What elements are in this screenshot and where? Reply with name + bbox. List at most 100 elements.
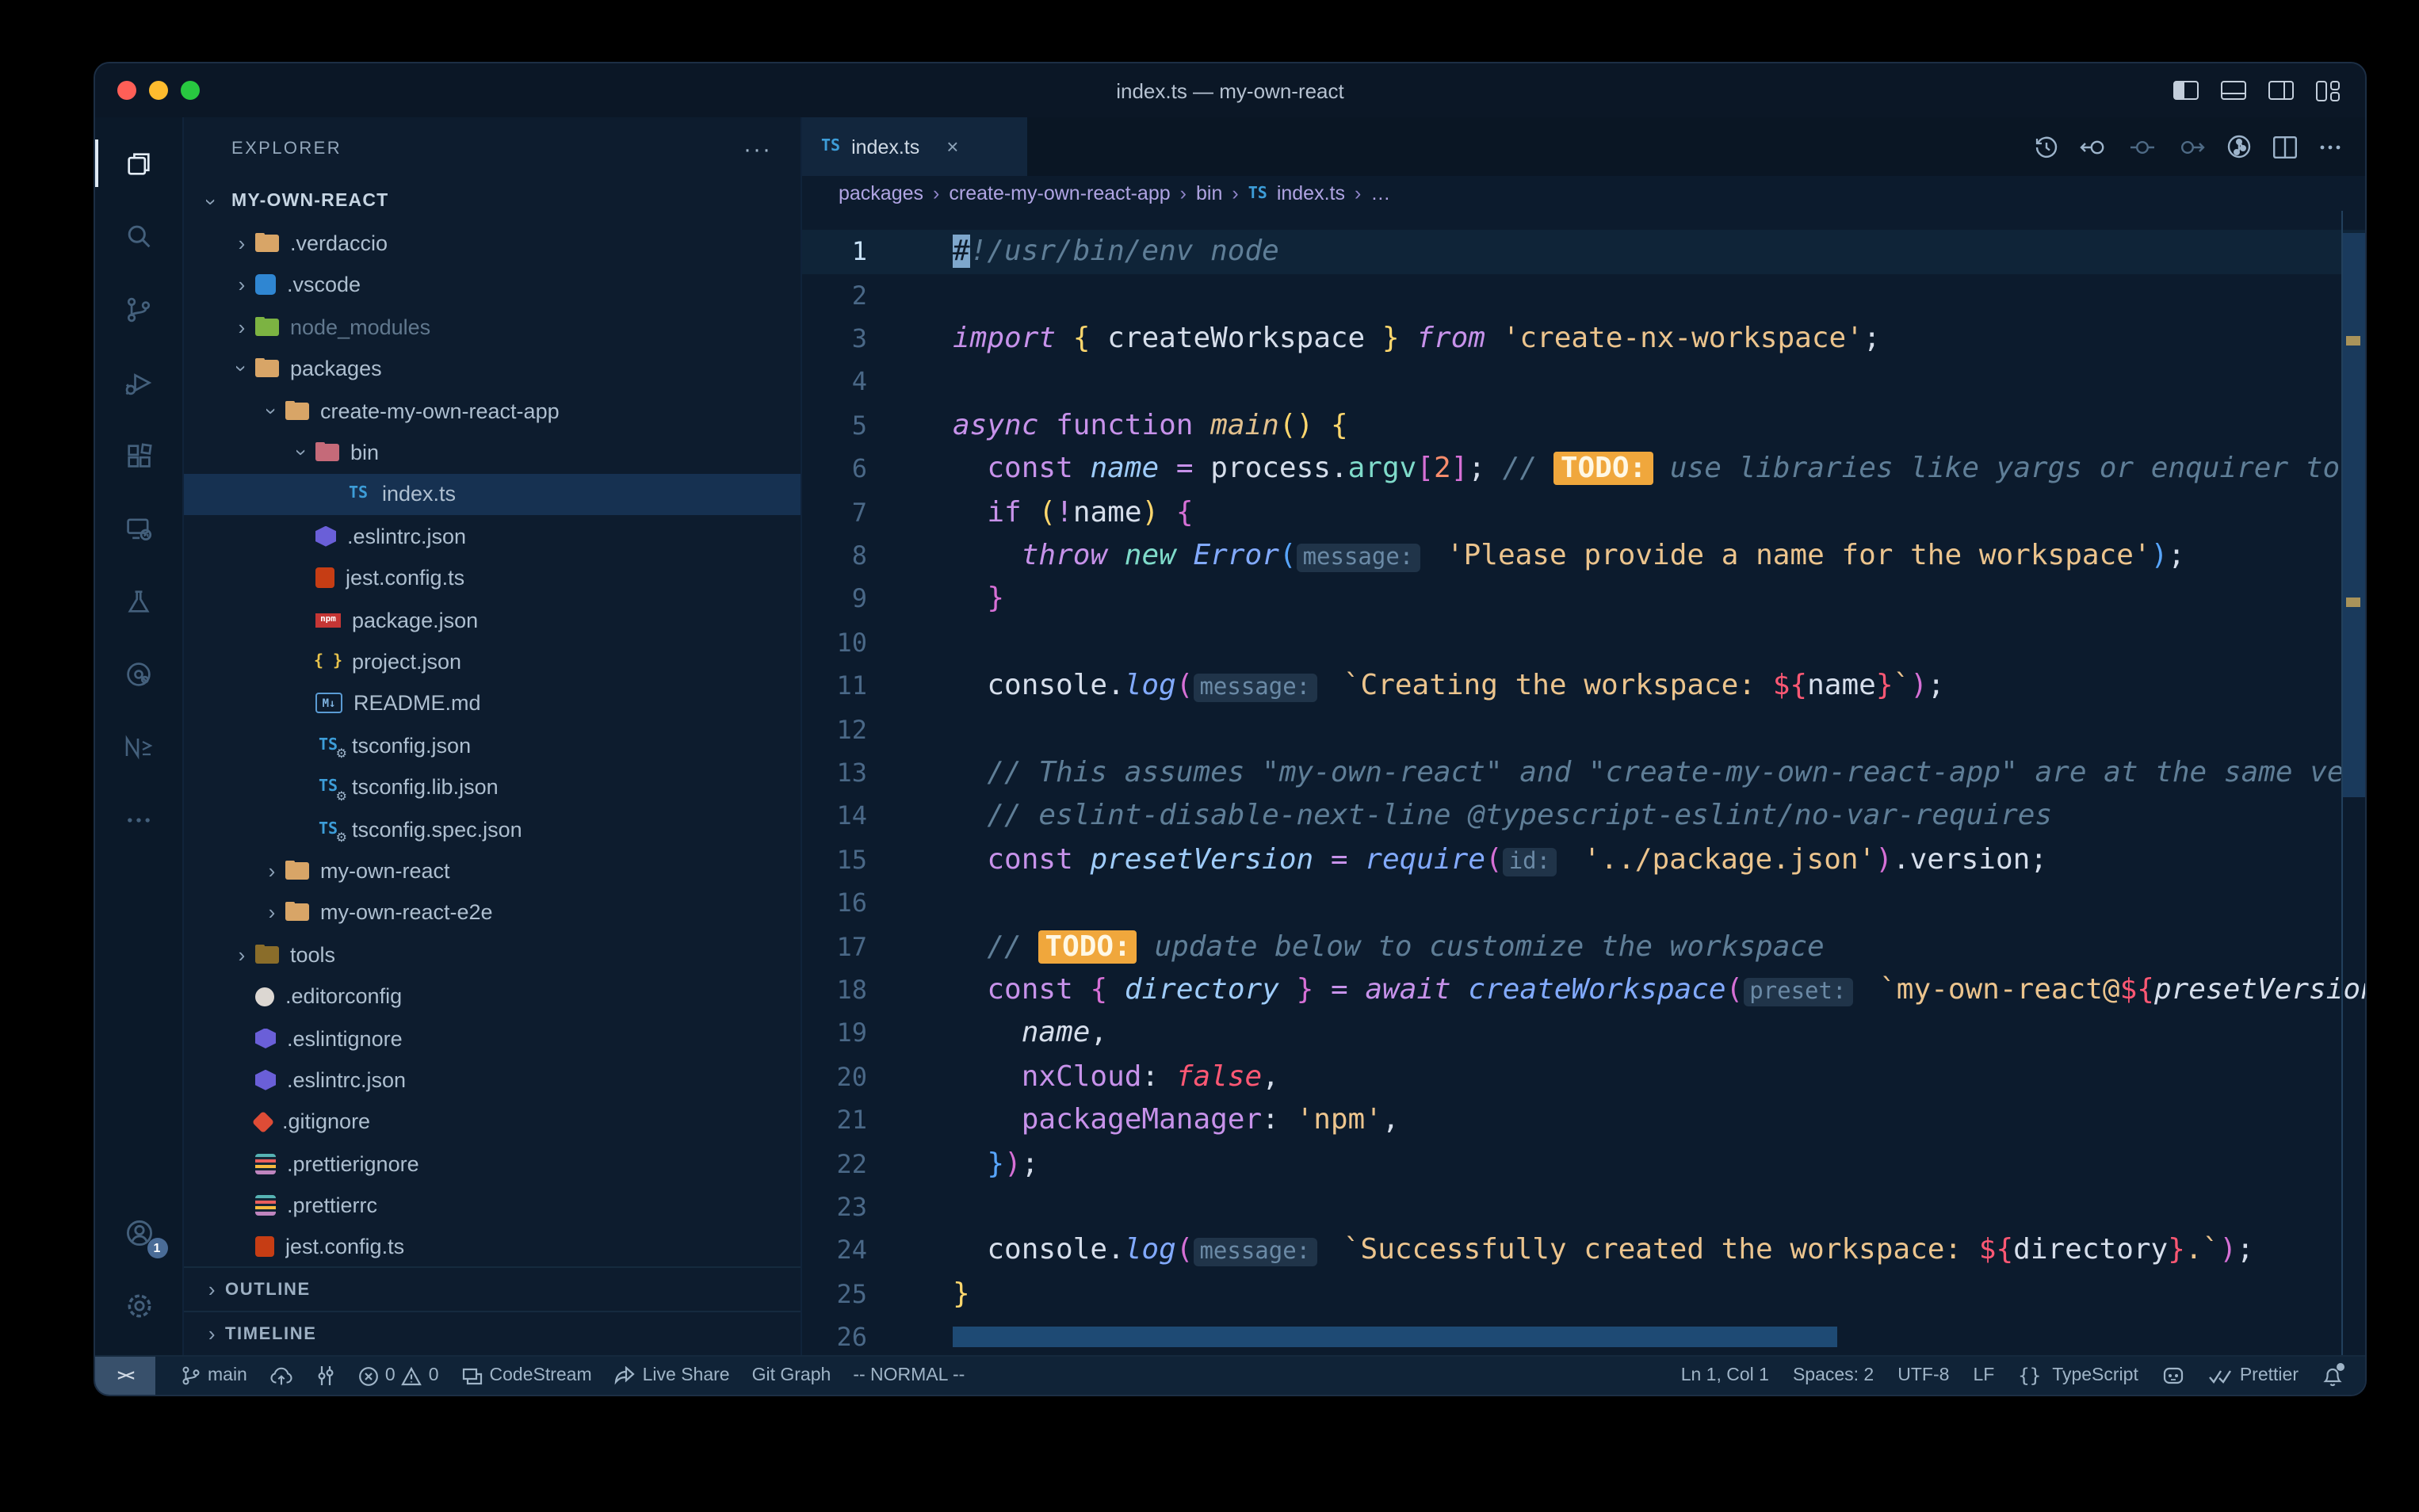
tree-item-create-my-own-react-app[interactable]: ›create-my-own-react-app: [184, 390, 801, 432]
notifications-bell-icon[interactable]: [2322, 1365, 2343, 1387]
git-graph-item[interactable]: Git Graph: [752, 1366, 831, 1385]
open-changes-icon[interactable]: [2080, 136, 2108, 158]
breadcrumb-index-ts[interactable]: index.ts: [1277, 182, 1345, 204]
cursor-position-item[interactable]: Ln 1, Col 1: [1681, 1366, 1769, 1385]
toggle-panel-icon[interactable]: [2221, 81, 2246, 100]
code-line[interactable]: // TODO: update below to customize the w…: [953, 925, 2365, 968]
code-line[interactable]: console.log(message: `Successfully creat…: [953, 1229, 2365, 1273]
horizontal-scrollbar[interactable]: [953, 1327, 1837, 1347]
close-tab-icon[interactable]: [946, 135, 958, 158]
explorer-icon[interactable]: [94, 127, 183, 200]
account-icon[interactable]: 1: [94, 1197, 183, 1270]
tree-item-tsconfig.json[interactable]: tsconfig.json: [184, 724, 801, 766]
code-line[interactable]: [953, 881, 2365, 925]
tree-item-jest.config.ts[interactable]: jest.config.ts: [184, 557, 801, 599]
remote-explorer-icon[interactable]: [94, 491, 183, 564]
code-line[interactable]: [953, 1186, 2365, 1229]
explorer-more-actions-icon[interactable]: ···: [743, 136, 772, 162]
tree-item-tools[interactable]: ›tools: [184, 934, 801, 976]
tree-item-.prettierrc[interactable]: .prettierrc: [184, 1185, 801, 1227]
code-line[interactable]: async function main() {: [953, 404, 2365, 448]
tree-item-bin[interactable]: ›bin: [184, 432, 801, 474]
editor-more-actions-icon[interactable]: [2318, 134, 2343, 159]
run-and-debug-icon[interactable]: [94, 346, 183, 418]
code-line[interactable]: // eslint-disable-next-line @typescript-…: [953, 795, 2365, 838]
breadcrumb-packages[interactable]: packages: [839, 182, 923, 204]
previous-change-icon[interactable]: [2129, 136, 2156, 158]
tree-item-jest.config.ts[interactable]: jest.config.ts: [184, 1227, 801, 1266]
customize-layout-icon[interactable]: [2316, 80, 2340, 101]
toggle-primary-sidebar-icon[interactable]: [2173, 81, 2199, 100]
code-line[interactable]: const name = process.argv[2]; // TODO: u…: [953, 448, 2365, 491]
codestream-item[interactable]: CodeStream: [461, 1365, 592, 1386]
search-icon[interactable]: [94, 200, 183, 273]
code-line[interactable]: }: [953, 1272, 2365, 1315]
tree-item-my-own-react-e2e[interactable]: ›my-own-react-e2e: [184, 892, 801, 934]
tree-item-.prettierignore[interactable]: .prettierignore: [184, 1143, 801, 1185]
code-line[interactable]: // This assumes "my-own-react" and "crea…: [953, 751, 2365, 795]
tree-item-.vscode[interactable]: ›.vscode: [184, 265, 801, 307]
breadcrumb-create-my-own-react-app[interactable]: create-my-own-react-app: [949, 182, 1170, 204]
timeline-history-icon[interactable]: [2034, 134, 2059, 159]
code-line[interactable]: import { createWorkspace } from 'create-…: [953, 317, 2365, 361]
tree-item-project.json[interactable]: project.json: [184, 641, 801, 683]
code-line[interactable]: throw new Error(message: 'Please provide…: [953, 534, 2365, 578]
vertical-scrollbar[interactable]: [2343, 233, 2365, 797]
publish-changes-icon[interactable]: [269, 1365, 293, 1386]
code-editor[interactable]: 1234567891011121314151617181920212223242…: [802, 211, 2365, 1355]
breadcrumb-bin[interactable]: bin: [1196, 182, 1222, 204]
code-line[interactable]: nxCloud: false,: [953, 1055, 2365, 1098]
tree-item-package.json[interactable]: package.json: [184, 599, 801, 641]
code-line[interactable]: const presetVersion = require(id: '../pa…: [953, 838, 2365, 882]
code-line[interactable]: name,: [953, 1012, 2365, 1056]
tree-item-readme.md[interactable]: README.md: [184, 682, 801, 724]
code-line[interactable]: console.log(message: `Creating the works…: [953, 664, 2365, 708]
git-branch-item[interactable]: main: [181, 1365, 247, 1387]
toggle-secondary-sidebar-icon[interactable]: [2268, 81, 2294, 100]
code-line[interactable]: [953, 361, 2365, 404]
next-change-icon[interactable]: [2176, 136, 2205, 158]
codestream-icon[interactable]: [94, 637, 183, 710]
settings-gear-icon[interactable]: [94, 1270, 183, 1342]
code-line[interactable]: [953, 273, 2365, 317]
code-line[interactable]: if (!name) {: [953, 491, 2365, 534]
nx-console-icon[interactable]: [94, 710, 183, 783]
encoding-item[interactable]: UTF-8: [1897, 1366, 1949, 1385]
extensions-icon[interactable]: [94, 418, 183, 491]
code-line[interactable]: [953, 621, 2365, 665]
ports-forward-icon[interactable]: [315, 1365, 336, 1387]
tree-item-.eslintignore[interactable]: .eslintignore: [184, 1018, 801, 1060]
testing-icon[interactable]: [94, 564, 183, 637]
tree-item-node_modules[interactable]: ›node_modules: [184, 306, 801, 348]
prettier-item[interactable]: Prettier: [2208, 1366, 2299, 1385]
problems-item[interactable]: 0 0: [358, 1365, 439, 1386]
indentation-item[interactable]: Spaces: 2: [1793, 1366, 1874, 1385]
tree-item-my-own-react[interactable]: ›MY-OWN-REACT: [184, 181, 801, 223]
github-icon[interactable]: [2162, 1365, 2184, 1387]
tree-item-tsconfig.lib.json[interactable]: tsconfig.lib.json: [184, 766, 801, 808]
code-line[interactable]: const { directory } = await createWorksp…: [953, 968, 2365, 1012]
code-line[interactable]: [953, 708, 2365, 751]
tree-item-.verdaccio[interactable]: ›.verdaccio: [184, 223, 801, 265]
tab-index-ts[interactable]: TS index.ts: [802, 117, 1027, 176]
tree-item-my-own-react[interactable]: ›my-own-react: [184, 850, 801, 892]
tree-item-packages[interactable]: ›packages: [184, 348, 801, 390]
outline-section-header[interactable]: ›OUTLINE: [184, 1266, 801, 1311]
tree-item-index.ts[interactable]: index.ts: [184, 473, 801, 515]
tree-item-.eslintrc.json[interactable]: .eslintrc.json: [184, 515, 801, 557]
split-editor-icon[interactable]: [2273, 136, 2297, 158]
code-line[interactable]: packageManager: 'npm',: [953, 1098, 2365, 1142]
tree-item-.eslintrc.json[interactable]: .eslintrc.json: [184, 1059, 801, 1101]
remote-indicator[interactable]: [95, 1357, 155, 1395]
live-share-item[interactable]: Live Share: [614, 1365, 730, 1386]
tree-item-.gitignore[interactable]: .gitignore: [184, 1101, 801, 1143]
tree-item-.editorconfig[interactable]: .editorconfig: [184, 976, 801, 1018]
code-line[interactable]: #!/usr/bin/env node: [802, 231, 2365, 274]
code-line[interactable]: });: [953, 1142, 2365, 1186]
eol-item[interactable]: LF: [1973, 1366, 1994, 1385]
more-views-icon[interactable]: [94, 783, 183, 856]
tree-item-tsconfig.spec.json[interactable]: tsconfig.spec.json: [184, 808, 801, 850]
git-graph-view-icon[interactable]: [2226, 133, 2253, 160]
source-control-icon[interactable]: [94, 273, 183, 346]
code-line[interactable]: }: [953, 578, 2365, 621]
